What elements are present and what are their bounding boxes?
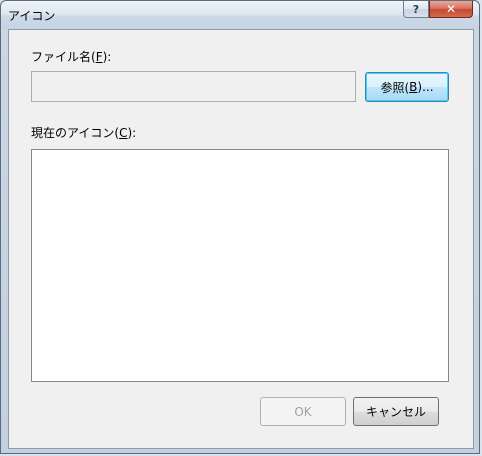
cancel-button[interactable]: キャンセル xyxy=(353,397,439,426)
filename-label-suffix: ): xyxy=(102,50,112,64)
icon-dialog-window: アイコン ? ✕ ファイル名(F): 参照(B)... 現在のアイコン(C): … xyxy=(0,0,480,454)
dialog-client-area: ファイル名(F): 参照(B)... 現在のアイコン(C): OK キャンセル xyxy=(8,29,474,449)
ok-button[interactable]: OK xyxy=(260,397,346,426)
caption-buttons: ? ✕ xyxy=(403,1,473,18)
help-icon: ? xyxy=(412,2,420,16)
ok-button-label: OK xyxy=(294,404,312,419)
filename-field[interactable] xyxy=(31,71,356,102)
current-icon-label-suffix: ): xyxy=(127,126,137,140)
filename-label: ファイル名(F): xyxy=(31,48,111,65)
browse-button[interactable]: 参照(B)... xyxy=(365,72,449,102)
title-bar[interactable]: アイコン ? ✕ xyxy=(1,1,479,29)
filename-label-text: ファイル名( xyxy=(31,50,96,64)
filename-label-accel: F xyxy=(95,50,103,64)
browse-label-accel: B xyxy=(409,80,418,94)
current-icon-label-text: 現在のアイコン( xyxy=(31,126,120,140)
current-icon-label: 現在のアイコン(C): xyxy=(31,124,136,141)
browse-label-suffix: )... xyxy=(417,80,434,94)
help-button[interactable]: ? xyxy=(403,1,429,18)
browse-label-text: 参照( xyxy=(380,80,410,95)
cancel-button-label: キャンセル xyxy=(365,405,426,419)
current-icon-list[interactable] xyxy=(31,149,449,382)
window-title: アイコン xyxy=(8,9,56,23)
close-icon: ✕ xyxy=(445,2,457,16)
close-button[interactable]: ✕ xyxy=(429,1,473,18)
